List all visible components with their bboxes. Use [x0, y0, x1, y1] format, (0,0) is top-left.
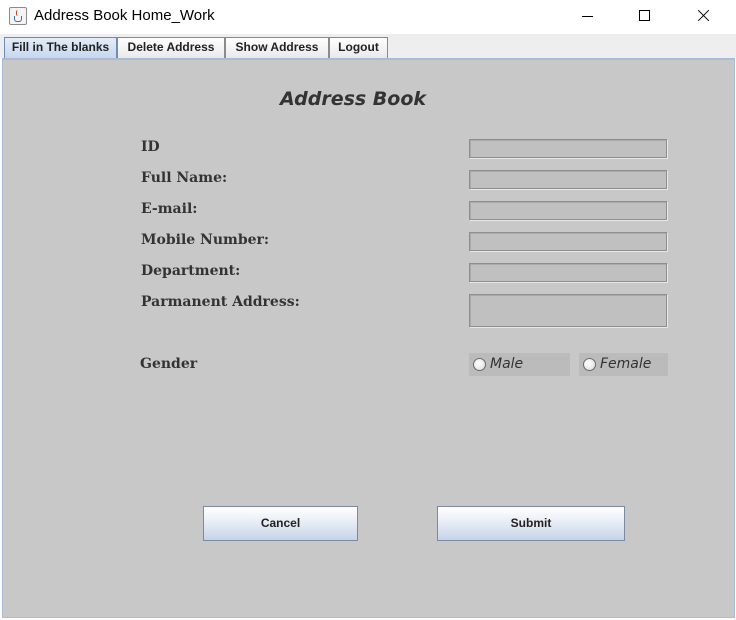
title-bar: Address Book Home_Work	[0, 0, 736, 34]
app-window: Address Book Home_Work Fill in The blank…	[0, 0, 736, 620]
submit-button[interactable]: Submit	[437, 506, 625, 541]
cancel-button[interactable]: Cancel	[203, 506, 358, 541]
id-field[interactable]	[469, 139, 667, 158]
close-button[interactable]	[680, 0, 726, 32]
full-name-label: Full Name:	[141, 170, 228, 186]
mobile-number-field[interactable]	[469, 232, 667, 251]
radio-unchecked-icon	[473, 358, 486, 371]
tab-show-address[interactable]: Show Address	[225, 37, 329, 58]
mobile-number-label: Mobile Number:	[141, 232, 270, 248]
full-name-field[interactable]	[469, 170, 667, 189]
gender-male-label: Male	[490, 356, 524, 372]
permanent-address-field[interactable]	[469, 294, 667, 327]
email-field[interactable]	[469, 201, 667, 220]
tab-delete-address[interactable]: Delete Address	[117, 37, 225, 58]
department-field[interactable]	[469, 263, 667, 282]
window-title: Address Book Home_Work	[34, 7, 215, 24]
java-cup-icon	[9, 7, 27, 25]
permanent-address-label: Parmanent Address:	[141, 294, 300, 310]
tab-fill-in-the-blanks[interactable]: Fill in The blanks	[4, 37, 117, 58]
gender-label: Gender	[140, 356, 198, 372]
email-label: E-mail:	[141, 201, 198, 217]
id-label: ID	[141, 139, 160, 155]
form-heading: Address Book	[280, 88, 427, 110]
department-label: Department:	[141, 263, 241, 279]
gender-female-label: Female	[600, 356, 652, 372]
maximize-button[interactable]	[622, 0, 668, 32]
minimize-button[interactable]	[564, 0, 610, 32]
gender-male-radio[interactable]: Male	[469, 353, 570, 376]
minimize-icon	[582, 16, 593, 17]
maximize-icon	[639, 10, 650, 21]
tab-logout[interactable]: Logout	[329, 37, 388, 58]
gender-female-radio[interactable]: Female	[579, 353, 668, 376]
radio-unchecked-icon	[583, 358, 596, 371]
